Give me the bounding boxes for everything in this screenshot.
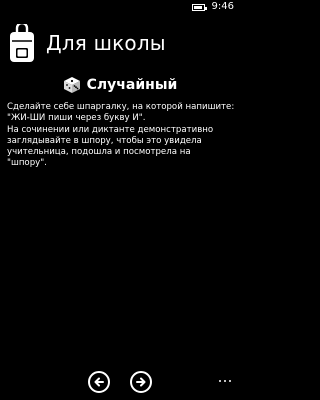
battery-icon (191, 3, 207, 11)
status-bar: 9:46 (0, 0, 240, 14)
app-title: Для школы (46, 31, 166, 55)
clock: 9:46 (211, 1, 234, 12)
tip-text: Сделайте себе шпаргалку, на которой напи… (7, 102, 235, 170)
backpack-icon (10, 24, 34, 62)
arrow-left-icon (94, 377, 104, 387)
tip-line: На сочинении или диктанте демонстративно (7, 124, 214, 135)
back-button[interactable] (88, 371, 110, 393)
app-bar (0, 368, 240, 400)
arrow-right-icon (136, 377, 146, 387)
tip-line: заглядывайте в шпору, чтобы это увидела (7, 135, 202, 146)
dice-icon (63, 77, 80, 93)
status-right: 9:46 (191, 1, 234, 13)
forward-button[interactable] (130, 371, 152, 393)
app-header: Для школы (0, 22, 240, 70)
tip-line: "шпору". (7, 158, 47, 169)
section-header: Случайный (0, 72, 240, 98)
more-dots-icon[interactable] (219, 380, 231, 382)
tip-line: "ЖИ-ШИ пиши через букву И". (7, 113, 146, 124)
section-title: Случайный (86, 77, 178, 93)
tip-line: Сделайте себе шпаргалку, на которой напи… (7, 102, 235, 112)
tip-line: учительница, подошла и посмотрела на (7, 147, 191, 158)
